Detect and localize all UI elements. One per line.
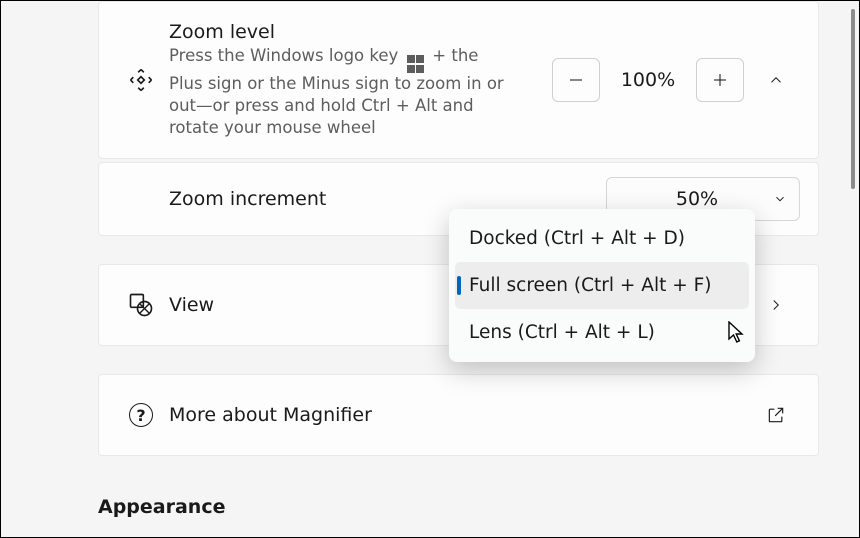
zoom-level-desc: Press the Windows logo key + the Plus si…	[169, 45, 509, 138]
view-option-lens[interactable]: Lens (Ctrl + Alt + L)	[455, 309, 749, 356]
section-heading-appearance: Appearance	[1, 456, 859, 518]
zoom-level-title: Zoom level	[169, 21, 544, 43]
zoom-out-button[interactable]	[552, 58, 600, 102]
help-icon: ?	[129, 403, 153, 427]
view-icon	[113, 291, 169, 319]
minus-icon	[567, 71, 585, 89]
external-link-button[interactable]	[752, 405, 800, 425]
zoom-increment-selected: 50%	[676, 188, 718, 210]
row-zoom-level: Zoom level Press the Windows logo key + …	[98, 1, 819, 159]
collapse-button[interactable]	[752, 71, 800, 89]
scrollbar[interactable]	[851, 9, 855, 189]
chevron-right-icon	[767, 296, 785, 314]
mouse-cursor	[728, 321, 746, 345]
chevron-down-icon	[773, 192, 787, 206]
zoom-increment-title: Zoom increment	[169, 188, 598, 210]
row-more-about-magnifier[interactable]: ? More about Magnifier	[98, 374, 819, 456]
more-about-title: More about Magnifier	[169, 404, 744, 426]
zoom-in-button[interactable]	[696, 58, 744, 102]
view-options-flyout: Docked (Ctrl + Alt + D) Full screen (Ctr…	[449, 209, 755, 362]
plus-icon	[711, 71, 729, 89]
external-link-icon	[766, 405, 786, 425]
view-option-full-screen[interactable]: Full screen (Ctrl + Alt + F)	[455, 262, 749, 309]
expand-view-button[interactable]	[752, 296, 800, 314]
chevron-up-icon	[767, 71, 785, 89]
view-option-docked[interactable]: Docked (Ctrl + Alt + D)	[455, 215, 749, 262]
windows-logo-icon	[407, 55, 425, 73]
zoom-level-value: 100%	[608, 69, 688, 91]
move-icon	[113, 66, 169, 94]
